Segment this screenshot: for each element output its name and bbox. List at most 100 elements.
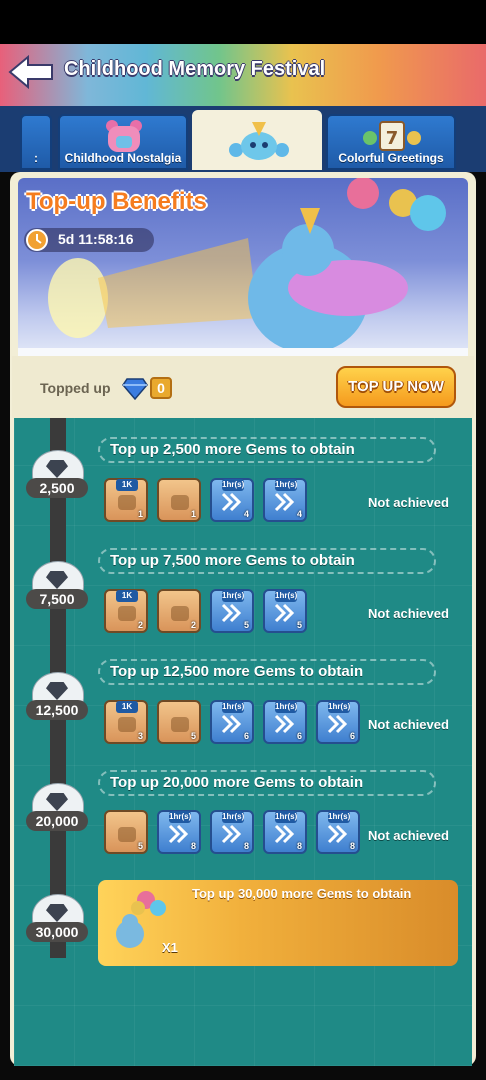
milestone-amount: 12,500	[26, 700, 88, 720]
speedup-reward-item[interactable]: 1hr(s) 5	[263, 589, 307, 633]
chevron-right-icon	[274, 603, 295, 623]
speedup-reward-item[interactable]: 1hr(s) 8	[157, 810, 201, 854]
item-count: 1	[137, 509, 143, 519]
bear-icon	[106, 120, 142, 152]
item-count: 8	[349, 841, 355, 851]
item-count: 6	[243, 731, 249, 741]
chevron-right-icon	[221, 492, 242, 512]
item-count: 8	[190, 841, 196, 851]
item-count: 2	[137, 620, 143, 630]
back-arrow-icon[interactable]	[8, 54, 54, 90]
speedup-reward-item[interactable]: 1hr(s) 6	[316, 700, 360, 744]
reward-item[interactable]: 1	[157, 478, 201, 522]
clock-icon	[26, 229, 48, 251]
tab-prev[interactable]: :	[20, 114, 52, 170]
item-count: 8	[296, 841, 302, 851]
item-badge: 1hr(s)	[222, 479, 245, 491]
speedup-reward-item[interactable]: 1hr(s) 5	[210, 589, 254, 633]
reward-item[interactable]: 5	[157, 700, 201, 744]
item-icon	[171, 606, 189, 621]
speedup-reward-item[interactable]: 1hr(s) 8	[316, 810, 360, 854]
item-icon	[118, 717, 136, 732]
speedup-reward-item[interactable]: 1hr(s) 8	[263, 810, 307, 854]
item-count: 2	[190, 620, 196, 630]
reward-item[interactable]: 5	[104, 810, 148, 854]
reward-item[interactable]: 2	[157, 589, 201, 633]
item-count: 8	[243, 841, 249, 851]
item-icon	[118, 606, 136, 621]
chevron-right-icon	[327, 824, 348, 844]
item-count: 5	[190, 731, 196, 741]
speedup-reward-item[interactable]: 1hr(s) 6	[263, 700, 307, 744]
reward-item[interactable]: 1K 3	[104, 700, 148, 744]
speedup-reward-item[interactable]: 1hr(s) 6	[210, 700, 254, 744]
tab-label: Childhood Nostalgia	[64, 151, 182, 165]
page-title: Childhood Memory Festival	[64, 58, 326, 80]
tier-requirement: Top up 7,500 more Gems to obtain	[110, 552, 355, 569]
chevron-right-icon	[221, 824, 242, 844]
item-count: 4	[296, 509, 302, 519]
countdown-timer: 5d 11:58:16	[58, 231, 134, 247]
tab-label: Colorful Greetings	[338, 151, 444, 165]
item-count: 4	[243, 509, 249, 519]
tier-status: Not achieved	[368, 717, 449, 732]
banner-title: Top-up Benefits	[26, 188, 207, 215]
milestone-amount: 7,500	[26, 589, 88, 609]
chevron-right-icon	[274, 492, 295, 512]
chevron-right-icon	[221, 603, 242, 623]
tab-childhood-nostalgia[interactable]: Childhood Nostalgia	[58, 114, 188, 170]
item-badge: 1K	[116, 701, 138, 713]
item-badge: 1hr(s)	[275, 701, 298, 713]
tab-label: :	[34, 151, 38, 165]
balloon-bear-icon	[116, 891, 166, 948]
reward-item[interactable]: 1K 2	[104, 589, 148, 633]
speedup-reward-item[interactable]: 1hr(s) 8	[210, 810, 254, 854]
reward-item[interactable]: 1K 1	[104, 478, 148, 522]
item-count: 5	[296, 620, 302, 630]
tab-top-up-benefits[interactable]	[192, 110, 322, 170]
topped-up-value: 0	[150, 377, 172, 399]
item-count: 6	[349, 731, 355, 741]
item-badge: 1hr(s)	[275, 590, 298, 602]
item-count: 5	[137, 841, 143, 851]
svg-text:7: 7	[386, 128, 399, 149]
item-badge: 1hr(s)	[275, 811, 298, 823]
item-badge: 1K	[116, 479, 138, 491]
tier-status: Not achieved	[368, 606, 449, 621]
milestone-marker: 20,000	[26, 783, 88, 837]
top-up-now-button[interactable]: TOP UP NOW	[336, 366, 456, 408]
chevron-right-icon	[168, 824, 189, 844]
bonus-quantity: X1	[162, 940, 178, 955]
milestone-marker: 30,000	[26, 894, 88, 948]
milestone-amount: 20,000	[26, 811, 88, 831]
chevron-right-icon	[221, 714, 242, 734]
tab-colorful-greetings[interactable]: 7 Colorful Greetings	[326, 114, 456, 170]
bear-balloon-icon	[229, 122, 289, 160]
tier-requirement: Top up 30,000 more Gems to obtain	[192, 886, 412, 901]
tier-status: Not achieved	[368, 495, 449, 510]
item-badge: 1hr(s)	[169, 811, 192, 823]
item-count: 1	[190, 509, 196, 519]
topped-up-label: Topped up	[40, 380, 111, 396]
item-badge: 1hr(s)	[328, 701, 351, 713]
item-count: 3	[137, 731, 143, 741]
chevron-right-icon	[274, 714, 295, 734]
item-icon	[171, 717, 189, 732]
item-badge: 1hr(s)	[275, 479, 298, 491]
speedup-reward-item[interactable]: 1hr(s) 4	[210, 478, 254, 522]
chevron-right-icon	[327, 714, 348, 734]
chevron-right-icon	[274, 824, 295, 844]
item-badge: 1hr(s)	[222, 811, 245, 823]
item-badge: 1hr(s)	[222, 701, 245, 713]
item-badge: 1hr(s)	[328, 811, 351, 823]
status-bar	[0, 0, 486, 44]
speedup-reward-item[interactable]: 1hr(s) 4	[263, 478, 307, 522]
tier-requirement: Top up 2,500 more Gems to obtain	[110, 441, 355, 458]
item-icon	[118, 495, 136, 510]
milestone-marker: 12,500	[26, 672, 88, 726]
item-count: 5	[243, 620, 249, 630]
item-badge: 1hr(s)	[222, 590, 245, 602]
calendar-icon: 7	[363, 121, 421, 151]
milestone-amount: 30,000	[26, 922, 88, 942]
tier-requirement: Top up 20,000 more Gems to obtain	[110, 774, 364, 791]
